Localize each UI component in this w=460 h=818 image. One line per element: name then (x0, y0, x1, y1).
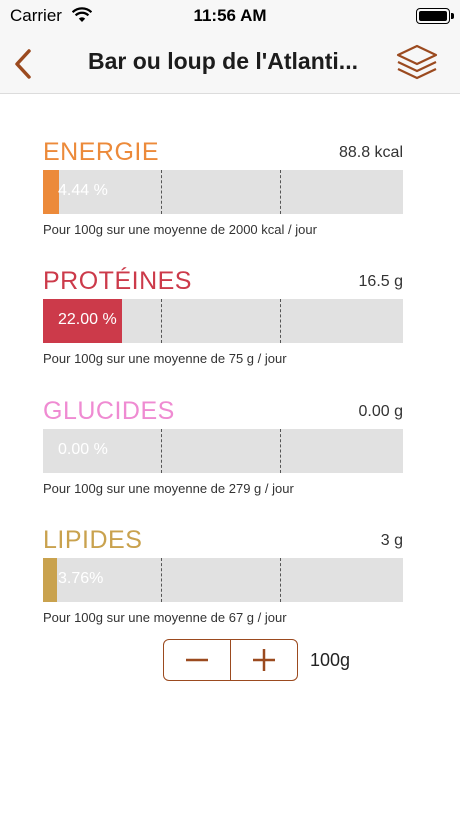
nutrient-value: 88.8 kcal (338, 144, 403, 161)
bar-fill (43, 170, 59, 214)
nutrient-name: LIPIDES (43, 526, 143, 554)
bar-percent-label: 3.76% (58, 570, 104, 587)
bar-fill (43, 558, 57, 602)
bar-tick (280, 429, 281, 473)
bar-tick (161, 170, 162, 214)
nutrient-bar: 22.00 % (43, 299, 403, 343)
nutrient-description: Pour 100g sur une moyenne de 75 g / jour (43, 351, 287, 366)
quantity-stepper (163, 639, 298, 681)
nutrient-description: Pour 100g sur une moyenne de 279 g / jou… (43, 481, 294, 496)
bar-tick (280, 558, 281, 602)
bar-tick (280, 170, 281, 214)
nutrient-bar: 4.44 % (43, 170, 403, 214)
nutrient-name: GLUCIDES (43, 397, 175, 425)
nutrient-description: Pour 100g sur une moyenne de 67 g / jour (43, 610, 287, 625)
nutrient-bar: 3.76% (43, 558, 403, 602)
nutrient-name: PROTÉINES (43, 267, 192, 295)
bar-tick (161, 429, 162, 473)
layers-icon[interactable] (394, 42, 440, 84)
nutrient-bar: 0.00 % (43, 429, 403, 473)
nutrient-value: 3 g (380, 532, 403, 549)
status-time: 11:56 AM (193, 6, 267, 25)
page-title: Bar ou loup de l'Atlanti... (88, 48, 358, 74)
quantity-label: 100g (310, 650, 351, 670)
nutrient-name: ENERGIE (43, 138, 160, 166)
bar-tick (161, 558, 162, 602)
nutrient-value: 0.00 g (358, 403, 403, 420)
bar-percent-label: 4.44 % (58, 182, 108, 199)
increment-button[interactable] (230, 640, 297, 680)
back-chevron-icon[interactable] (8, 44, 38, 84)
battery-icon (416, 8, 454, 24)
bar-tick (280, 299, 281, 343)
plus-icon (253, 649, 275, 671)
bar-percent-label: 0.00 % (58, 441, 108, 458)
bar-tick (161, 299, 162, 343)
minus-icon (186, 658, 208, 662)
navigation-bar: Bar ou loup de l'Atlanti... (0, 34, 460, 94)
bar-percent-label: 22.00 % (58, 311, 117, 328)
nutrient-description: Pour 100g sur une moyenne de 2000 kcal /… (43, 222, 317, 237)
nutrient-value: 16.5 g (358, 273, 403, 290)
decrement-button[interactable] (164, 640, 230, 680)
status-bar: Carrier 11:56 AM (0, 0, 460, 34)
